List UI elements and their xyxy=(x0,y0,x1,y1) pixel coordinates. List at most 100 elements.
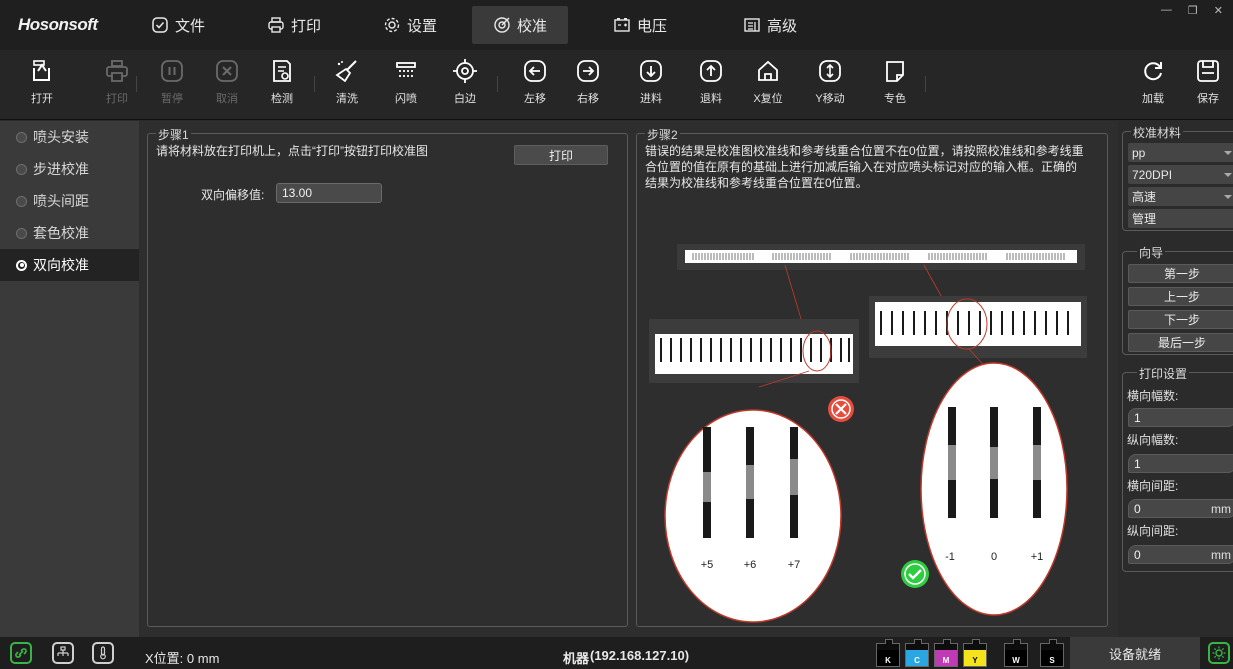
correct-label-3: +1 xyxy=(1031,551,1044,563)
move-right-button[interactable]: 右移 xyxy=(561,58,615,106)
radio-icon xyxy=(16,259,27,271)
checkbox-file-icon xyxy=(152,17,168,33)
prev-step-button[interactable]: 上一步 xyxy=(1128,287,1233,306)
step1-group: 步骤1 请将材料放在打印机上，点击“打印”按钮打印校准图 打印 双向偏移值: xyxy=(147,126,628,627)
last-step-button[interactable]: 最后一步 xyxy=(1128,333,1233,352)
step1-title: 步骤1 xyxy=(156,126,191,143)
v-spacing-input[interactable]: 0 mm xyxy=(1128,545,1233,564)
menu-bar: Hosonsoft 文件 打印 设置 校准 电压 高级 — ❐ ✕ xyxy=(0,0,1233,50)
chevron-down-icon xyxy=(1224,173,1232,177)
toolbar: 打开 打印 暂停 取消 检测 清洗 闪喷 白边 左移 右移 进料 退料 X复位 … xyxy=(0,50,1233,120)
wrong-mark-icon xyxy=(828,396,854,422)
pause-icon xyxy=(161,60,183,82)
radio-icon xyxy=(16,195,27,207)
right-panel: 校准材料 pp 720DPI 高速 管理 向导 第一步 上一步 下一步 最后一步… xyxy=(1118,121,1233,637)
step2-instruction-line-1: 错误的结果是校准图校准线和参考线重合位置不在0位置，请按照校准线和参考线重 xyxy=(645,144,1084,158)
step2-instruction-line-3: 结果为校准线和参考线重合位置在0位置。 xyxy=(645,176,868,190)
menu-tab-voltage[interactable]: 电压 xyxy=(604,6,676,44)
material-select[interactable]: pp xyxy=(1128,143,1233,162)
open-icon xyxy=(33,60,50,81)
network-button[interactable] xyxy=(52,642,74,664)
menu-tab-advanced[interactable]: 高级 xyxy=(734,6,806,44)
speed-select[interactable]: 高速 xyxy=(1128,187,1233,206)
crosshair-icon xyxy=(453,59,477,83)
light-button[interactable] xyxy=(1208,642,1230,664)
flash-spray-icon xyxy=(396,62,416,77)
reload-button[interactable]: 加载 xyxy=(1126,58,1180,106)
reload-icon xyxy=(1144,62,1162,81)
minimize-icon[interactable]: — xyxy=(1161,4,1172,17)
material-group: 校准材料 pp 720DPI 高速 管理 xyxy=(1122,124,1233,231)
cancel-icon xyxy=(216,60,238,82)
open-button[interactable]: 打开 xyxy=(15,58,69,106)
menu-tab-calibrate[interactable]: 校准 xyxy=(472,6,568,44)
feed-button[interactable]: 进料 xyxy=(624,58,678,106)
white-edge-button[interactable]: 白边 xyxy=(438,58,492,106)
material-title: 校准材料 xyxy=(1131,124,1184,141)
sidebar-item-head-spacing[interactable]: 喷头间距 xyxy=(0,185,139,217)
sidebar-item-head-install[interactable]: 喷头安装 xyxy=(0,121,139,153)
radio-icon xyxy=(16,131,27,143)
ink-c: C xyxy=(905,639,929,667)
next-step-button[interactable]: 下一步 xyxy=(1128,310,1233,329)
v-copies-input[interactable]: 1 xyxy=(1128,454,1233,473)
wizard-group: 向导 第一步 上一步 下一步 最后一步 xyxy=(1122,244,1233,355)
target-icon xyxy=(494,17,510,33)
sidebar-item-color-registration[interactable]: 套色校准 xyxy=(0,217,139,249)
pause-button[interactable]: 暂停 xyxy=(145,58,199,106)
sidebar-item-bidirectional[interactable]: 双向校准 xyxy=(0,249,139,281)
radio-icon xyxy=(16,163,27,175)
gear-icon xyxy=(384,17,400,33)
offset-input[interactable] xyxy=(276,183,382,203)
arrow-left-icon xyxy=(524,60,546,82)
up-down-icon xyxy=(819,60,841,82)
first-step-button[interactable]: 第一步 xyxy=(1128,264,1233,283)
move-left-button[interactable]: 左移 xyxy=(508,58,562,106)
ink-s: S xyxy=(1040,639,1064,667)
step1-instruction: 请将材料放在打印机上，点击“打印”按钮打印校准图 xyxy=(156,144,428,158)
network-icon xyxy=(57,646,69,656)
calibration-example-diagram: +5 +6 +7 -1 0 +1 xyxy=(649,244,1087,623)
radio-icon xyxy=(16,227,27,239)
home-icon xyxy=(758,60,778,81)
manage-button[interactable]: 管理 xyxy=(1128,209,1233,228)
cancel-button[interactable]: 取消 xyxy=(200,58,254,106)
h-copies-label: 横向幅数: xyxy=(1127,389,1179,403)
menu-tab-print[interactable]: 打印 xyxy=(256,6,332,44)
wrong-label-2: +6 xyxy=(744,559,757,571)
correct-mark-icon xyxy=(901,560,929,588)
device-status: 设备就绪 xyxy=(1070,637,1200,669)
step2-instruction-line-2: 合位置的值在原有的基础上进行加减后输入在对应喷头标记对应的输入框。正确的 xyxy=(645,160,1078,174)
printer-icon xyxy=(106,60,128,82)
calibration-sidebar: 喷头安装 步进校准 喷头间距 套色校准 双向校准 xyxy=(0,121,139,637)
thermometer-icon xyxy=(100,646,106,660)
close-icon[interactable]: ✕ xyxy=(1214,4,1223,17)
clean-button[interactable]: 清洗 xyxy=(320,58,374,106)
menu-tab-file[interactable]: 文件 xyxy=(142,6,214,44)
maximize-icon[interactable]: ❐ xyxy=(1188,4,1198,17)
ink-w: W xyxy=(1004,639,1028,667)
print-settings-group: 打印设置 横向幅数: 1 纵向幅数: 1 横向间距: 0 mm 纵向间距: 0 mm xyxy=(1122,365,1233,572)
save-icon xyxy=(1197,60,1219,82)
connection-button[interactable] xyxy=(10,642,32,664)
spot-color-button[interactable]: 专色 xyxy=(868,58,922,106)
h-spacing-input[interactable]: 0 mm xyxy=(1128,499,1233,518)
calibration-print-button[interactable]: 打印 xyxy=(514,145,608,165)
detect-button[interactable]: 检测 xyxy=(255,58,309,106)
h-copies-input[interactable]: 1 xyxy=(1128,408,1233,427)
x-reset-button[interactable]: X复位 xyxy=(741,58,795,106)
y-move-button[interactable]: Y移动 xyxy=(803,58,857,106)
x-position-readout: X位置: 0 mm xyxy=(145,651,220,666)
flash-spray-button[interactable]: 闪喷 xyxy=(379,58,433,106)
save-button[interactable]: 保存 xyxy=(1181,58,1233,106)
arrow-up-icon xyxy=(700,60,722,82)
machine-label: 机器 xyxy=(563,651,590,666)
sidebar-item-step-calibration[interactable]: 步进校准 xyxy=(0,153,139,185)
offset-label: 双向偏移值: xyxy=(201,188,265,202)
status-bar: X位置: 0 mm 机器 (192.168.127.10) K C M Y W … xyxy=(0,637,1233,669)
resolution-select[interactable]: 720DPI xyxy=(1128,165,1233,184)
menu-tab-settings[interactable]: 设置 xyxy=(372,6,448,44)
temperature-button[interactable] xyxy=(92,642,114,664)
retract-button[interactable]: 退料 xyxy=(684,58,738,106)
machine-ip: (192.168.127.10) xyxy=(590,648,690,663)
